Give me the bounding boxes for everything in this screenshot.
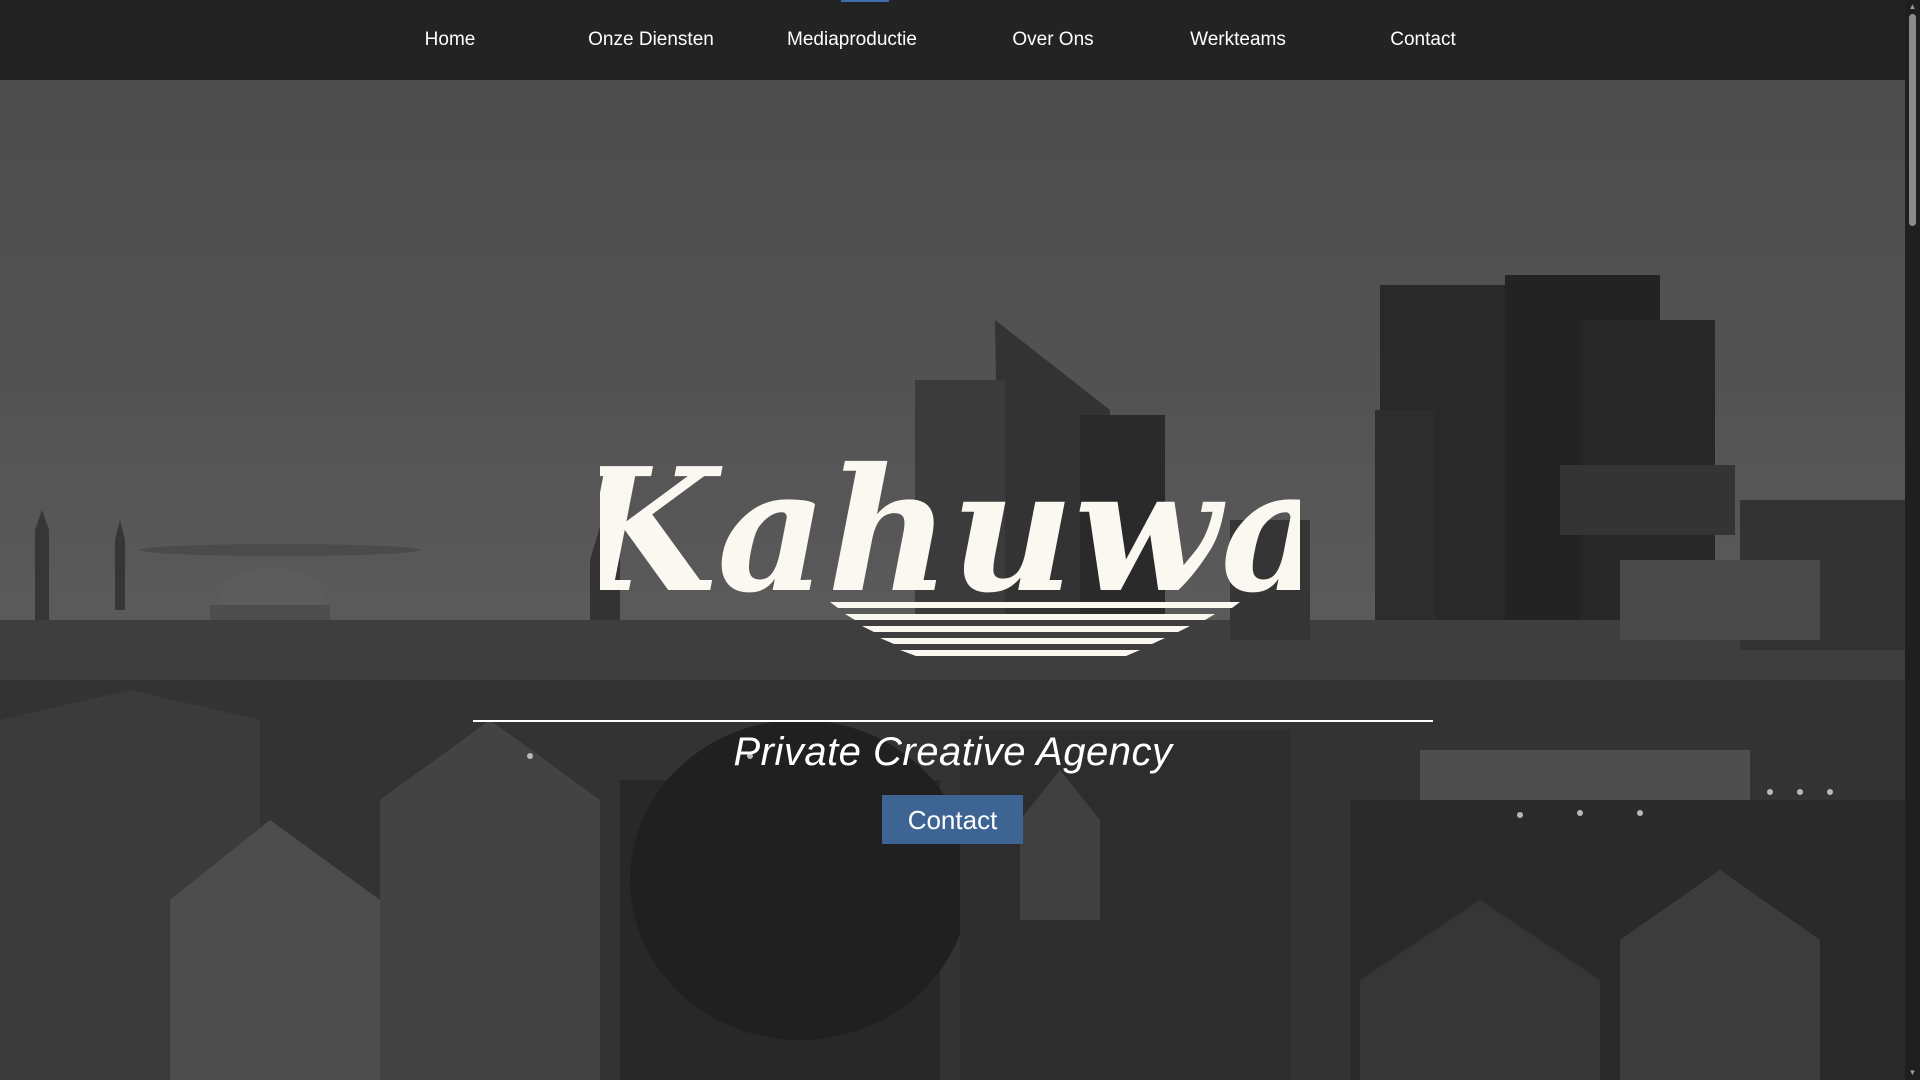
nav-item-onze-diensten[interactable]: Onze Diensten: [588, 0, 714, 80]
hero-section: Kahuwa Private Creative Agency Contact: [0, 80, 1905, 1080]
page: Home Onze Diensten Mediaproductie Over O…: [0, 0, 1920, 1080]
hero-contact-button[interactable]: Contact: [882, 795, 1023, 844]
chevron-up-icon[interactable]: ▲: [1905, 0, 1920, 14]
hero-tagline: Private Creative Agency: [733, 730, 1173, 774]
page-scrollbar[interactable]: ▲ ▼: [1905, 0, 1920, 1080]
nav-item-home[interactable]: Home: [425, 0, 476, 80]
nav-item-contact[interactable]: Contact: [1390, 0, 1455, 80]
logo-wordmark: Kahuwa: [600, 431, 1300, 631]
nav-item-werkteams[interactable]: Werkteams: [1190, 0, 1286, 80]
hero-divider: [473, 720, 1433, 722]
nav-item-over-ons[interactable]: Over Ons: [1012, 0, 1093, 80]
chevron-down-icon[interactable]: ▼: [1905, 1066, 1920, 1080]
scrollbar-thumb[interactable]: [1909, 14, 1916, 226]
kahuwa-logo: Kahuwa: [600, 431, 1300, 656]
top-navigation: Home Onze Diensten Mediaproductie Over O…: [0, 0, 1905, 80]
nav-item-mediaproductie[interactable]: Mediaproductie: [787, 0, 917, 80]
